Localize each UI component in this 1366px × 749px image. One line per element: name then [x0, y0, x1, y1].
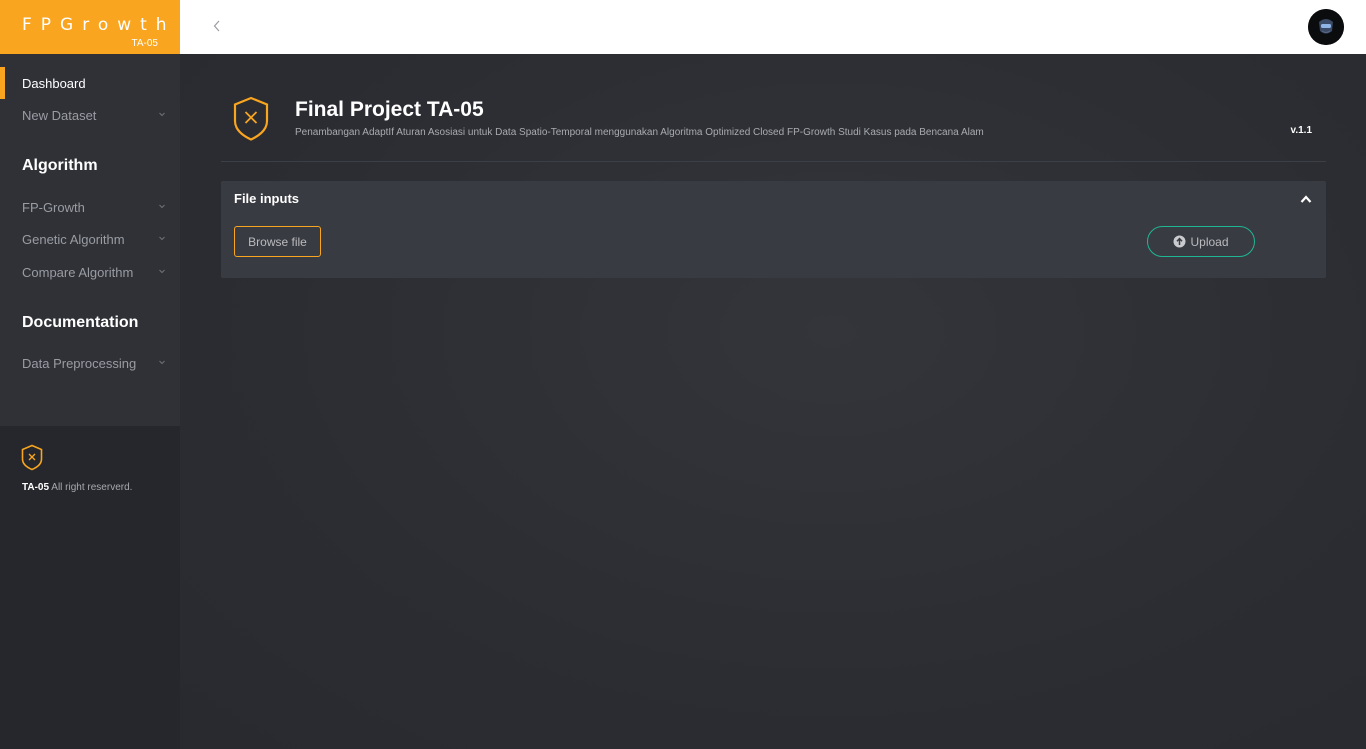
- chevron-left-icon: [213, 20, 220, 32]
- brand-block: FPGrowth TA-05: [0, 0, 180, 54]
- sidebar-item-label: FP-Growth: [22, 199, 85, 215]
- chevron-down-icon: [159, 204, 165, 209]
- upload-button[interactable]: Upload: [1147, 226, 1255, 257]
- sidebar-item-data-preprocessing[interactable]: Data Preprocessing: [0, 347, 180, 379]
- section-title-algorithm: Algorithm: [22, 157, 98, 174]
- sidebar-item-label: Genetic Algorithm: [22, 231, 125, 247]
- sidebar-item-label: Data Preprocessing: [22, 355, 137, 371]
- sidebar-footer: TA-05 All right reserverd.: [0, 426, 180, 749]
- top-bar: [180, 0, 1366, 54]
- upload-circle-icon: [1173, 235, 1186, 248]
- sidebar-item-new-dataset[interactable]: New Dataset: [0, 99, 180, 131]
- footer-copyright: TA-05 All right reserverd.: [22, 482, 132, 493]
- sidebar: Dashboard New Dataset Algorithm FP-Growt…: [0, 54, 180, 749]
- sidebar-item-label: New Dataset: [22, 107, 97, 123]
- version-label: v.1.1: [1290, 125, 1313, 136]
- footer-text: All right reserverd.: [51, 482, 133, 493]
- brand-subtitle: TA-05: [131, 38, 159, 49]
- sidebar-item-dashboard[interactable]: Dashboard: [0, 67, 180, 99]
- sidebar-collapse-button[interactable]: [210, 16, 224, 36]
- chevron-down-icon: [159, 236, 165, 241]
- user-avatar-icon: [1308, 9, 1344, 45]
- chevron-down-icon: [159, 112, 165, 117]
- brand-title: FPGrowth: [22, 15, 176, 35]
- browse-file-button[interactable]: Browse file: [234, 226, 321, 257]
- page-subtitle: Penambangan AdaptIf Aturan Asosiasi untu…: [295, 127, 984, 138]
- user-avatar[interactable]: [1308, 9, 1344, 45]
- sidebar-item-label: Dashboard: [22, 75, 86, 91]
- upload-label: Upload: [1190, 234, 1229, 249]
- sidebar-item-genetic-algorithm[interactable]: Genetic Algorithm: [0, 223, 180, 255]
- footer-brand: TA-05: [22, 482, 50, 493]
- shield-logo-icon: [233, 96, 269, 141]
- card-title: File inputs: [234, 191, 299, 206]
- sidebar-item-fp-growth[interactable]: FP-Growth: [0, 191, 180, 223]
- main-content: Final Project TA-05 Penambangan AdaptIf …: [180, 54, 1366, 749]
- sidebar-item-label: Compare Algorithm: [22, 264, 134, 280]
- chevron-down-icon: [159, 360, 165, 365]
- page-title: Final Project TA-05: [295, 98, 484, 121]
- shield-logo-icon: [21, 444, 43, 471]
- sidebar-item-compare-algorithm[interactable]: Compare Algorithm: [0, 256, 180, 288]
- header-divider: [221, 161, 1326, 162]
- section-title-documentation: Documentation: [22, 314, 139, 331]
- chevron-down-icon: [159, 269, 165, 274]
- chevron-up-icon[interactable]: [1300, 194, 1312, 204]
- file-inputs-card: File inputs Browse file Upload: [221, 181, 1326, 278]
